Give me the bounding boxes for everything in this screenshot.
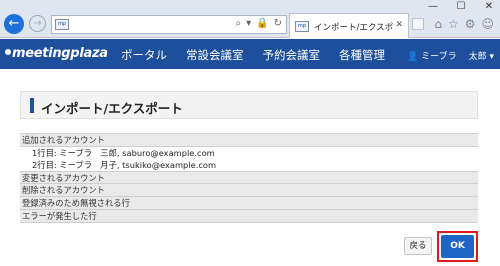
title-accent-bar — [30, 98, 34, 113]
nav-item-portal[interactable]: ポータル — [121, 47, 167, 63]
page-title: インポート/エクスポート — [41, 101, 183, 116]
app-logo[interactable]: meetingplaza — [5, 46, 108, 61]
maximize-icon[interactable]: ☐ — [454, 1, 468, 12]
list-item: 1行目: ミーブラ 三郎, saburo@example.com — [20, 147, 478, 159]
settings-gear-icon[interactable]: ⚙ — [465, 17, 476, 31]
user-icon: 👤 — [407, 52, 419, 62]
window-controls: — ☐ ✕ — [426, 1, 496, 12]
user-name-menu[interactable]: 太郎 ▾ — [469, 49, 494, 62]
address-bar[interactable]: mp ⌕ ▾ 🔒 ↻ — [51, 15, 287, 34]
browser-toolbar: ⌂ ☆ ⚙ ☺ — [434, 17, 494, 31]
ok-button[interactable]: OK — [441, 235, 474, 258]
back-button[interactable]: 戻る — [404, 237, 432, 255]
new-tab-button[interactable] — [412, 18, 424, 30]
app-header: meetingplaza ポータル 常設会議室 予約会議室 各種管理 👤 ミーブ… — [0, 39, 500, 69]
section-error-rows: エラーが発生した行 — [20, 210, 478, 223]
favorites-star-icon[interactable]: ☆ — [448, 17, 459, 31]
tab-title: インポート/エクスポート — [314, 23, 394, 33]
tab-favicon-icon: mp — [295, 21, 309, 32]
user-menu[interactable]: 👤 ミーブラ — [407, 49, 457, 62]
search-icon[interactable]: ⌕ — [236, 18, 242, 29]
lock-icon[interactable]: 🔒 — [256, 18, 268, 29]
back-arrow-icon[interactable]: ← — [4, 14, 24, 34]
user-nav: 👤 ミーブラ 太郎 ▾ — [407, 49, 494, 62]
section-ignored-rows: 登録済みのため無視される行 — [20, 197, 478, 210]
minimize-icon[interactable]: — — [426, 1, 440, 12]
forward-arrow-icon[interactable]: → — [29, 15, 46, 32]
import-result-sections: 追加されるアカウント 1行目: ミーブラ 三郎, saburo@example.… — [20, 133, 478, 223]
main-nav: ポータル 常設会議室 予約会議室 各種管理 — [121, 47, 385, 63]
site-favicon-icon: mp — [55, 19, 69, 30]
main-content: インポート/エクスポート 追加されるアカウント 1行目: ミーブラ 三郎, sa… — [20, 91, 478, 223]
logo-dot-icon — [5, 49, 11, 55]
section-deleted-accounts: 削除されるアカウント — [20, 184, 478, 197]
feedback-smiley-icon[interactable]: ☺ — [481, 17, 494, 31]
page-header: インポート/エクスポート — [20, 91, 478, 119]
tab-close-icon[interactable]: ✕ — [395, 20, 403, 30]
home-icon[interactable]: ⌂ — [434, 17, 442, 31]
nav-item-permanent-rooms[interactable]: 常設会議室 — [186, 47, 244, 63]
address-bar-icons: ⌕ ▾ 🔒 ↻ — [236, 18, 282, 29]
close-window-icon[interactable]: ✕ — [482, 1, 496, 12]
logo-text: meetingplaza — [12, 46, 108, 61]
dropdown-icon[interactable]: ▾ — [246, 18, 251, 29]
nav-item-reserved-rooms[interactable]: 予約会議室 — [263, 47, 321, 63]
browser-chrome: — ☐ ✕ ← → mp ⌕ ▾ 🔒 ↻ mp インポート/エクスポート ✕ ⌂… — [0, 0, 500, 38]
browser-tab[interactable]: mp インポート/エクスポート ✕ — [289, 13, 409, 38]
nav-item-administration[interactable]: 各種管理 — [339, 47, 385, 63]
user-menu-label: ミーブラ — [421, 52, 457, 62]
section-added-accounts: 追加されるアカウント — [20, 134, 478, 147]
section-changed-accounts: 変更されるアカウント — [20, 171, 478, 184]
refresh-icon[interactable]: ↻ — [274, 18, 282, 29]
list-item: 2行目: ミーブラ 月子, tsukiko@example.com — [20, 159, 478, 171]
